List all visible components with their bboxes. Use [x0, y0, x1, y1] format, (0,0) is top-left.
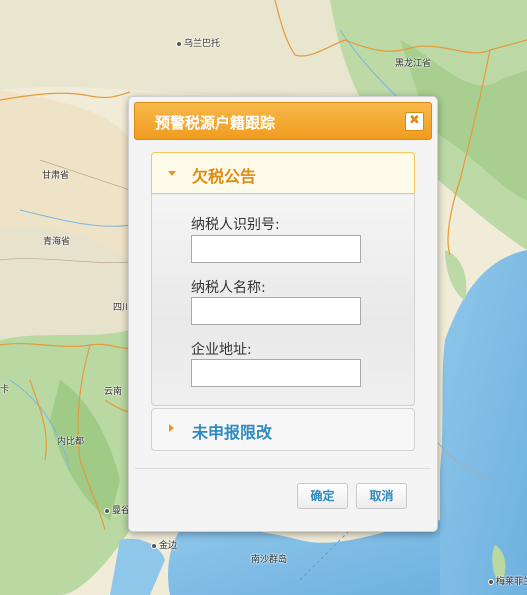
cancel-button[interactable]: 取消	[356, 483, 407, 509]
dialog-header[interactable]: 预警税源户籍跟踪 ✖	[134, 102, 432, 140]
panel-unfiled-correction-header[interactable]: 未申报限改	[152, 409, 414, 449]
taxpayer-id-label: 纳税人识别号:	[191, 217, 280, 233]
taxpayer-id-input[interactable]	[191, 235, 361, 263]
dialog-title: 预警税源户籍跟踪	[155, 114, 276, 132]
panel-tax-arrears-header[interactable]: 欠税公告	[151, 152, 415, 194]
map-label-gansu: 甘肃省	[42, 171, 70, 181]
panel-tax-arrears: 欠税公告 纳税人识别号: 纳税人名称: 企业地址:	[151, 152, 415, 406]
panel-unfiled-correction-label: 未申报限改	[192, 423, 273, 442]
map-label-wulanbatuo: 乌兰巴托	[176, 36, 220, 49]
panel-unfiled-correction[interactable]: 未申报限改	[151, 408, 415, 451]
chevron-down-icon	[168, 171, 176, 176]
chevron-right-icon	[169, 424, 174, 432]
taxpayer-name-input[interactable]	[191, 297, 361, 325]
company-address-input[interactable]	[191, 359, 361, 387]
map-label-jinbian: 金边	[151, 538, 177, 551]
map-label-ka: 卡	[0, 385, 10, 395]
panel-tax-arrears-label: 欠税公告	[192, 167, 257, 186]
tax-tracking-dialog: 预警税源户籍跟踪 ✖ 欠税公告 纳税人识别号: 纳税人名称: 企业地址: 未申报…	[128, 96, 438, 532]
panel-tax-arrears-body: 纳税人识别号: 纳税人名称: 企业地址:	[152, 195, 414, 405]
company-address-label: 企业地址:	[191, 342, 252, 358]
map-label-qinghai: 青海省	[43, 237, 71, 247]
map-label-mangu: 曼谷	[104, 503, 130, 516]
confirm-button[interactable]: 确定	[297, 483, 348, 509]
map-label-nanshaqundao: 南沙群岛	[251, 555, 288, 565]
map-label-yunnan: 云南	[104, 387, 123, 397]
close-icon[interactable]: ✖	[405, 112, 424, 131]
map-label-heilongjiang: 黑龙江省	[395, 59, 432, 69]
taxpayer-name-label: 纳税人名称:	[191, 280, 266, 296]
map-label-meilifenglan: 梅莱菲兰	[488, 574, 527, 587]
footer-divider	[135, 468, 431, 469]
map-label-neipidu: 内比都	[57, 437, 85, 447]
